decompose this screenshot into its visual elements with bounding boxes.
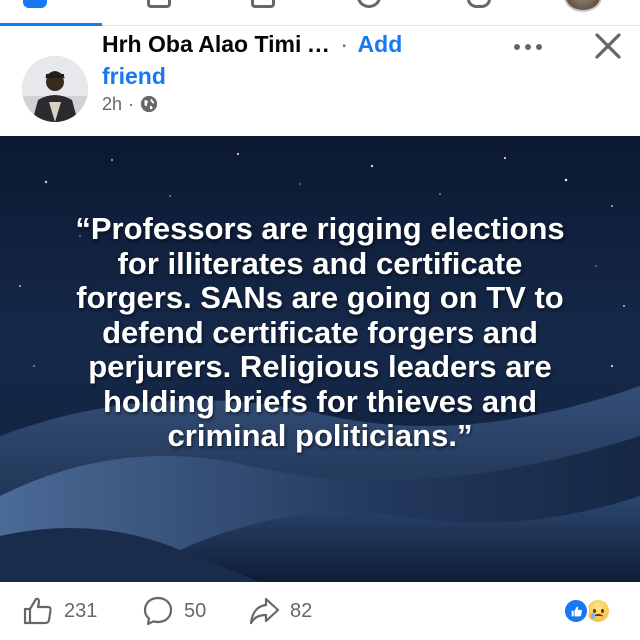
friends-icon — [147, 0, 171, 8]
bell-icon — [357, 0, 381, 8]
watch-icon — [467, 0, 491, 8]
notifications-tab[interactable] — [352, 0, 386, 16]
comment-button[interactable]: 50 — [142, 596, 206, 626]
author-name[interactable]: Hrh Oba Alao Timi — [102, 31, 301, 57]
marketplace-tab[interactable] — [246, 0, 280, 16]
like-button[interactable]: 231 — [22, 596, 97, 626]
reaction-summary[interactable] — [563, 598, 619, 626]
friends-tab[interactable] — [142, 0, 176, 16]
sad-mouth — [594, 614, 603, 619]
home-tab[interactable] — [18, 0, 52, 16]
shares-count: 82 — [290, 599, 313, 622]
post-meta: 2h · — [102, 92, 158, 116]
marketplace-icon — [251, 0, 275, 8]
post-action-bar: 231 50 82 — [0, 582, 640, 640]
share-arrow-icon — [249, 597, 280, 625]
name-ellipsis: ... — [307, 31, 330, 57]
like-reaction-icon — [563, 598, 589, 624]
top-navigation-bar — [0, 0, 640, 26]
post-image[interactable]: “Professors are rigging elections for il… — [0, 136, 640, 582]
close-icon — [595, 33, 621, 59]
comment-bubble-icon — [143, 596, 173, 626]
post-header: Hrh Oba Alao Timi ... · Add friend 2h · — [0, 26, 640, 136]
more-dot — [525, 44, 531, 50]
close-button[interactable] — [588, 26, 628, 66]
sad-tear — [591, 613, 595, 619]
meta-separator: · — [128, 93, 135, 114]
more-options-button[interactable] — [508, 32, 548, 62]
thumbs-up-icon — [23, 597, 52, 625]
sad-eye — [601, 609, 604, 613]
profile-menu-avatar[interactable] — [564, 0, 602, 12]
watch-tab[interactable] — [462, 0, 496, 16]
name-separator: · — [340, 31, 348, 57]
more-dots-icon — [514, 44, 520, 50]
home-icon — [23, 0, 47, 8]
author-line: Hrh Oba Alao Timi ... · Add friend — [102, 28, 432, 92]
globe-icon — [140, 95, 158, 113]
comments-count: 50 — [184, 599, 207, 622]
post-quote-text: “Professors are rigging elections for il… — [75, 211, 565, 453]
likes-count: 231 — [64, 599, 98, 622]
author-avatar-photo — [22, 56, 88, 122]
share-button[interactable]: 82 — [248, 596, 312, 626]
post-timestamp[interactable]: 2h — [102, 94, 122, 115]
more-dot — [536, 44, 542, 50]
author-avatar[interactable] — [22, 56, 88, 122]
